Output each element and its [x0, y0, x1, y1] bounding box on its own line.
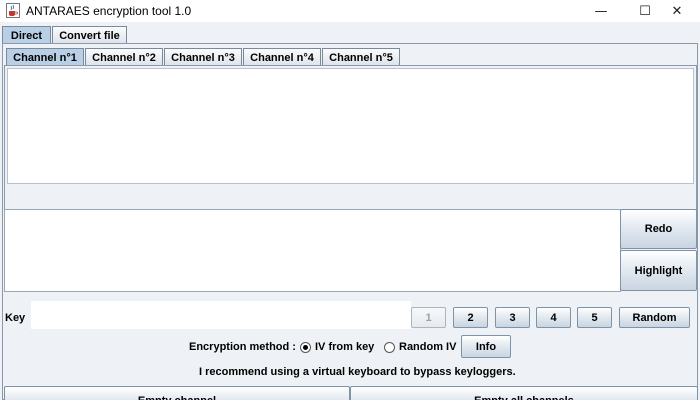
direct-panel: Channel n°1 Channel n°2 Channel n°3 Chan…: [2, 43, 698, 400]
redo-button[interactable]: Redo: [620, 209, 697, 249]
keylogger-note: I recommend using a virtual keyboard to …: [199, 366, 516, 378]
info-button[interactable]: Info: [461, 335, 511, 358]
tab-channel-1[interactable]: Channel n°1: [6, 48, 84, 66]
key-label: Key: [5, 312, 26, 324]
encryption-method-label: Encryption method :: [189, 341, 296, 353]
tab-channel-3[interactable]: Channel n°3: [164, 48, 242, 66]
highlight-button[interactable]: Highlight: [620, 250, 697, 291]
empty-all-channels-button[interactable]: Empty all channels: [350, 386, 698, 400]
input-text-area[interactable]: [4, 209, 621, 292]
random-key-button[interactable]: Random: [619, 307, 690, 328]
iv-from-key-label[interactable]: IV from key: [315, 341, 374, 353]
close-icon: ✕: [671, 3, 683, 19]
maximize-icon: ☐: [639, 3, 651, 19]
key-slot-1-button[interactable]: 1: [411, 307, 446, 328]
window-title: ANTARAES encryption tool 1.0: [26, 4, 192, 18]
close-button[interactable]: ✕: [654, 0, 700, 22]
title-bar: ANTARAES encryption tool 1.0 — ☐ ✕: [0, 0, 700, 22]
empty-channel-button[interactable]: Empty channel: [4, 386, 350, 400]
tab-channel-4[interactable]: Channel n°4: [243, 48, 321, 66]
window-content: Direct Convert file Channel n°1 Channel …: [0, 22, 700, 400]
output-text-area[interactable]: [7, 68, 694, 184]
tab-channel-5[interactable]: Channel n°5: [322, 48, 400, 66]
key-slot-3-button[interactable]: 3: [495, 307, 530, 328]
minimize-icon: —: [594, 3, 608, 19]
iv-from-key-radio[interactable]: [300, 342, 311, 353]
random-iv-radio[interactable]: [384, 342, 395, 353]
random-iv-label[interactable]: Random IV: [399, 341, 456, 353]
tab-channel-2[interactable]: Channel n°2: [85, 48, 163, 66]
minimize-button[interactable]: —: [578, 0, 624, 22]
key-slot-5-button[interactable]: 5: [577, 307, 612, 328]
key-slot-2-button[interactable]: 2: [453, 307, 488, 328]
tab-convert-file[interactable]: Convert file: [52, 26, 127, 44]
key-input[interactable]: [31, 301, 411, 329]
key-slot-4-button[interactable]: 4: [536, 307, 571, 328]
channel-panel: [4, 65, 697, 212]
tab-direct[interactable]: Direct: [2, 26, 51, 44]
java-cup-icon: [6, 3, 20, 18]
